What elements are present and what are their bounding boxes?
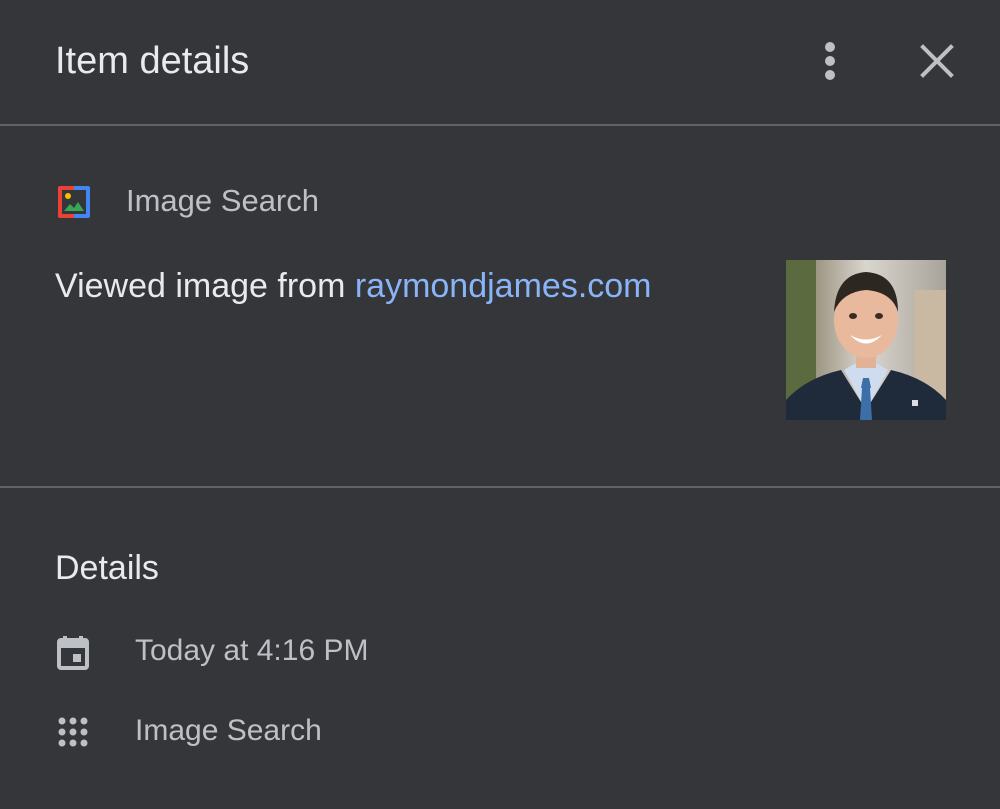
activity-card: Image Search Viewed image from raymondja… (0, 126, 1000, 488)
page-title: Item details (55, 40, 250, 82)
calendar-icon (57, 636, 89, 670)
apps-grid-icon (58, 717, 88, 747)
source-site-link[interactable]: raymondjames.com (355, 267, 652, 305)
item-details-panel: Item details Image Search Viewed image f… (0, 0, 1000, 809)
activity-description: Viewed image from raymondjames.com (55, 265, 652, 307)
image-search-icon (55, 183, 93, 221)
panel-header: Item details (0, 0, 1000, 126)
image-thumbnail[interactable] (786, 260, 946, 420)
activity-prefix: Viewed image from (55, 267, 355, 305)
close-icon (920, 44, 954, 78)
details-heading: Details (55, 549, 159, 587)
source-name: Image Search (126, 183, 319, 218)
more-vert-icon (825, 42, 835, 80)
detail-product-text: Image Search (135, 714, 322, 747)
more-options-button[interactable] (805, 36, 855, 86)
detail-date-text: Today at 4:16 PM (135, 634, 369, 667)
details-section: Details Today at 4:16 PM Image Search (0, 488, 1000, 809)
detail-row-product: Image Search (0, 707, 1000, 757)
detail-row-date: Today at 4:16 PM (0, 627, 1000, 677)
thumbnail-image (786, 260, 946, 420)
close-button[interactable] (912, 36, 962, 86)
